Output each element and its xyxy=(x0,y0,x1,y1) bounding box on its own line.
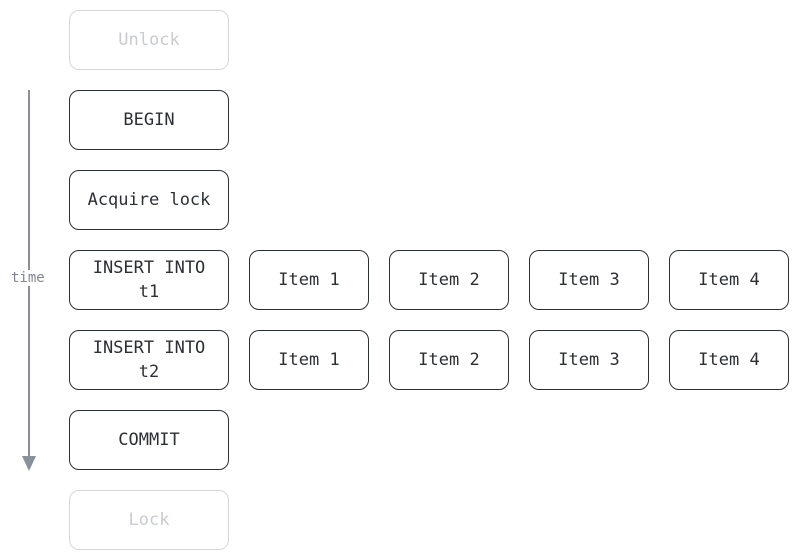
item-box: Item 1 xyxy=(249,250,369,310)
step-box: Unlock xyxy=(69,10,229,70)
step-box: Acquire lock xyxy=(69,170,229,230)
item-box: Item 4 xyxy=(669,250,789,310)
step-box: COMMIT xyxy=(69,410,229,470)
step-box: Lock xyxy=(69,490,229,550)
step-box: INSERT INTO t2 xyxy=(69,330,229,390)
item-box: Item 3 xyxy=(529,250,649,310)
time-axis-label: time xyxy=(10,270,46,286)
time-axis-arrowhead xyxy=(22,456,36,471)
item-box: Item 2 xyxy=(389,330,509,390)
item-box: Item 4 xyxy=(669,330,789,390)
step-box: INSERT INTO t1 xyxy=(69,250,229,310)
item-box: Item 3 xyxy=(529,330,649,390)
item-box: Item 2 xyxy=(389,250,509,310)
item-box: Item 1 xyxy=(249,330,369,390)
step-box: BEGIN xyxy=(69,90,229,150)
